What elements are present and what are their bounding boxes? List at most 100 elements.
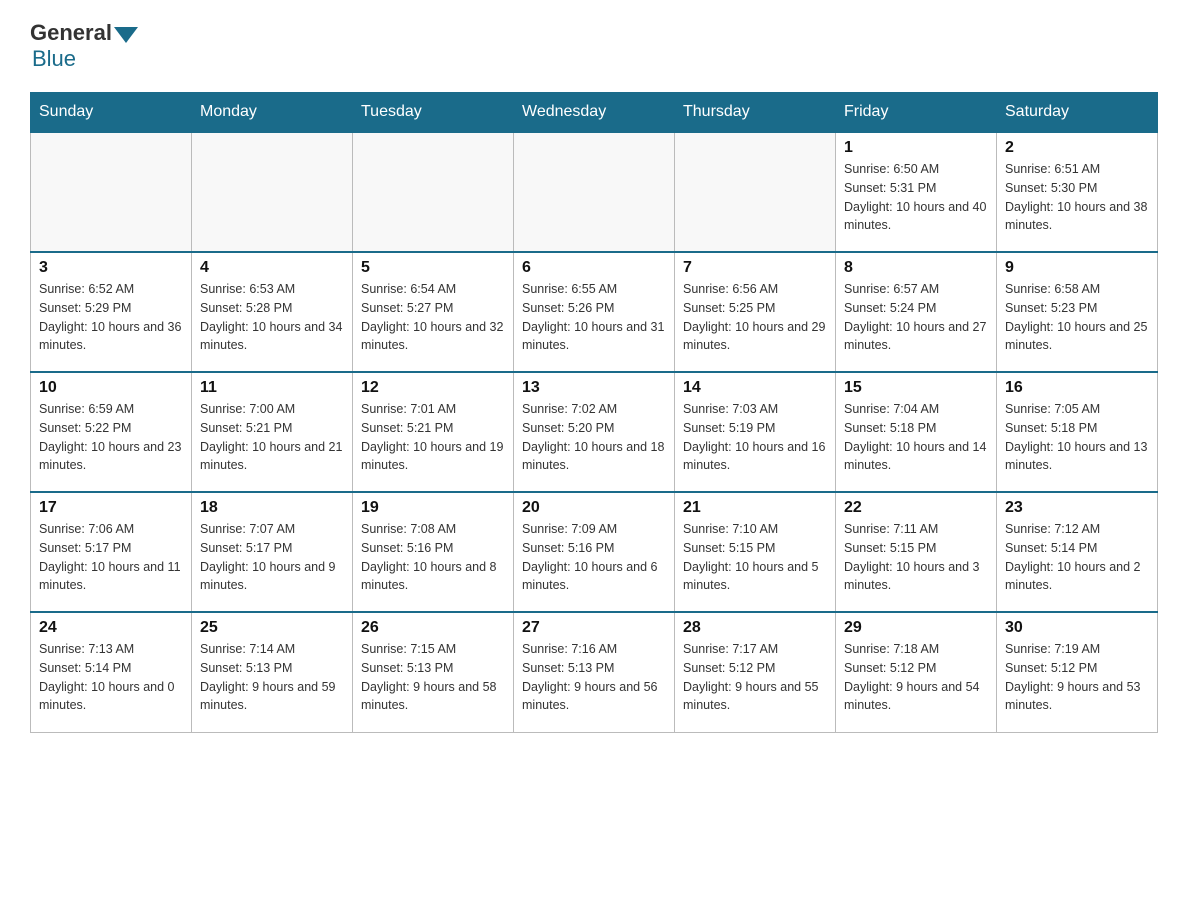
day-info: Sunrise: 7:17 AM Sunset: 5:12 PM Dayligh… bbox=[683, 640, 827, 715]
calendar-day-cell: 20 Sunrise: 7:09 AM Sunset: 5:16 PM Dayli… bbox=[514, 492, 675, 612]
calendar-day-cell bbox=[353, 132, 514, 252]
day-info: Sunrise: 6:51 AM Sunset: 5:30 PM Dayligh… bbox=[1005, 160, 1149, 235]
calendar-day-cell bbox=[675, 132, 836, 252]
calendar-header-cell: Wednesday bbox=[514, 93, 675, 133]
day-number: 25 bbox=[200, 619, 344, 637]
calendar-header-cell: Saturday bbox=[997, 93, 1158, 133]
calendar-day-cell: 23 Sunrise: 7:12 AM Sunset: 5:14 PM Dayli… bbox=[997, 492, 1158, 612]
day-number: 13 bbox=[522, 379, 666, 397]
day-number: 30 bbox=[1005, 619, 1149, 637]
day-info: Sunrise: 6:52 AM Sunset: 5:29 PM Dayligh… bbox=[39, 280, 183, 355]
day-info: Sunrise: 7:19 AM Sunset: 5:12 PM Dayligh… bbox=[1005, 640, 1149, 715]
calendar-day-cell: 3 Sunrise: 6:52 AM Sunset: 5:29 PM Daylig… bbox=[31, 252, 192, 372]
day-number: 16 bbox=[1005, 379, 1149, 397]
day-number: 23 bbox=[1005, 499, 1149, 517]
day-info: Sunrise: 7:09 AM Sunset: 5:16 PM Dayligh… bbox=[522, 520, 666, 595]
calendar-day-cell: 11 Sunrise: 7:00 AM Sunset: 5:21 PM Dayli… bbox=[192, 372, 353, 492]
calendar-week-row: 10 Sunrise: 6:59 AM Sunset: 5:22 PM Dayli… bbox=[31, 372, 1158, 492]
calendar-day-cell: 15 Sunrise: 7:04 AM Sunset: 5:18 PM Dayli… bbox=[836, 372, 997, 492]
page-header: General Blue bbox=[30, 20, 1158, 72]
calendar-header-row: SundayMondayTuesdayWednesdayThursdayFrid… bbox=[31, 93, 1158, 133]
day-info: Sunrise: 7:16 AM Sunset: 5:13 PM Dayligh… bbox=[522, 640, 666, 715]
day-number: 10 bbox=[39, 379, 183, 397]
day-info: Sunrise: 6:55 AM Sunset: 5:26 PM Dayligh… bbox=[522, 280, 666, 355]
calendar-day-cell: 2 Sunrise: 6:51 AM Sunset: 5:30 PM Daylig… bbox=[997, 132, 1158, 252]
calendar-day-cell: 22 Sunrise: 7:11 AM Sunset: 5:15 PM Dayli… bbox=[836, 492, 997, 612]
day-number: 29 bbox=[844, 619, 988, 637]
calendar-day-cell: 14 Sunrise: 7:03 AM Sunset: 5:19 PM Dayli… bbox=[675, 372, 836, 492]
day-info: Sunrise: 6:54 AM Sunset: 5:27 PM Dayligh… bbox=[361, 280, 505, 355]
calendar-header-cell: Friday bbox=[836, 93, 997, 133]
day-info: Sunrise: 7:08 AM Sunset: 5:16 PM Dayligh… bbox=[361, 520, 505, 595]
calendar-day-cell bbox=[31, 132, 192, 252]
calendar-day-cell: 6 Sunrise: 6:55 AM Sunset: 5:26 PM Daylig… bbox=[514, 252, 675, 372]
day-info: Sunrise: 6:50 AM Sunset: 5:31 PM Dayligh… bbox=[844, 160, 988, 235]
day-number: 14 bbox=[683, 379, 827, 397]
day-info: Sunrise: 7:12 AM Sunset: 5:14 PM Dayligh… bbox=[1005, 520, 1149, 595]
calendar-day-cell: 29Sunrise: 7:18 AM Sunset: 5:12 PM Dayli… bbox=[836, 612, 997, 732]
day-info: Sunrise: 7:04 AM Sunset: 5:18 PM Dayligh… bbox=[844, 400, 988, 475]
calendar-week-row: 1 Sunrise: 6:50 AM Sunset: 5:31 PM Daylig… bbox=[31, 132, 1158, 252]
day-info: Sunrise: 7:10 AM Sunset: 5:15 PM Dayligh… bbox=[683, 520, 827, 595]
logo: General Blue bbox=[30, 20, 138, 72]
day-number: 15 bbox=[844, 379, 988, 397]
day-number: 12 bbox=[361, 379, 505, 397]
day-info: Sunrise: 6:59 AM Sunset: 5:22 PM Dayligh… bbox=[39, 400, 183, 475]
calendar-header-cell: Thursday bbox=[675, 93, 836, 133]
calendar-day-cell: 12 Sunrise: 7:01 AM Sunset: 5:21 PM Dayli… bbox=[353, 372, 514, 492]
calendar-day-cell: 19 Sunrise: 7:08 AM Sunset: 5:16 PM Dayli… bbox=[353, 492, 514, 612]
day-number: 20 bbox=[522, 499, 666, 517]
calendar-day-cell: 21 Sunrise: 7:10 AM Sunset: 5:15 PM Dayli… bbox=[675, 492, 836, 612]
calendar-day-cell: 13 Sunrise: 7:02 AM Sunset: 5:20 PM Dayli… bbox=[514, 372, 675, 492]
day-info: Sunrise: 7:07 AM Sunset: 5:17 PM Dayligh… bbox=[200, 520, 344, 595]
day-number: 21 bbox=[683, 499, 827, 517]
day-number: 28 bbox=[683, 619, 827, 637]
calendar-day-cell: 7Sunrise: 6:56 AM Sunset: 5:25 PM Daylig… bbox=[675, 252, 836, 372]
day-number: 27 bbox=[522, 619, 666, 637]
calendar-table: SundayMondayTuesdayWednesdayThursdayFrid… bbox=[30, 92, 1158, 733]
day-number: 8 bbox=[844, 259, 988, 277]
calendar-week-row: 24Sunrise: 7:13 AM Sunset: 5:14 PM Dayli… bbox=[31, 612, 1158, 732]
logo-general-text: General bbox=[30, 20, 112, 46]
day-number: 19 bbox=[361, 499, 505, 517]
calendar-day-cell: 30 Sunrise: 7:19 AM Sunset: 5:12 PM Dayli… bbox=[997, 612, 1158, 732]
calendar-day-cell: 1 Sunrise: 6:50 AM Sunset: 5:31 PM Daylig… bbox=[836, 132, 997, 252]
day-number: 26 bbox=[361, 619, 505, 637]
day-info: Sunrise: 7:03 AM Sunset: 5:19 PM Dayligh… bbox=[683, 400, 827, 475]
calendar-header-cell: Tuesday bbox=[353, 93, 514, 133]
calendar-week-row: 17Sunrise: 7:06 AM Sunset: 5:17 PM Dayli… bbox=[31, 492, 1158, 612]
calendar-day-cell: 4Sunrise: 6:53 AM Sunset: 5:28 PM Daylig… bbox=[192, 252, 353, 372]
day-info: Sunrise: 6:53 AM Sunset: 5:28 PM Dayligh… bbox=[200, 280, 344, 355]
day-number: 9 bbox=[1005, 259, 1149, 277]
day-info: Sunrise: 7:11 AM Sunset: 5:15 PM Dayligh… bbox=[844, 520, 988, 595]
day-number: 11 bbox=[200, 379, 344, 397]
day-number: 6 bbox=[522, 259, 666, 277]
calendar-day-cell: 27 Sunrise: 7:16 AM Sunset: 5:13 PM Dayli… bbox=[514, 612, 675, 732]
day-info: Sunrise: 7:05 AM Sunset: 5:18 PM Dayligh… bbox=[1005, 400, 1149, 475]
day-number: 5 bbox=[361, 259, 505, 277]
day-info: Sunrise: 6:58 AM Sunset: 5:23 PM Dayligh… bbox=[1005, 280, 1149, 355]
calendar-header-cell: Sunday bbox=[31, 93, 192, 133]
day-number: 18 bbox=[200, 499, 344, 517]
calendar-day-cell: 24Sunrise: 7:13 AM Sunset: 5:14 PM Dayli… bbox=[31, 612, 192, 732]
day-info: Sunrise: 7:00 AM Sunset: 5:21 PM Dayligh… bbox=[200, 400, 344, 475]
calendar-day-cell: 8 Sunrise: 6:57 AM Sunset: 5:24 PM Daylig… bbox=[836, 252, 997, 372]
day-info: Sunrise: 7:15 AM Sunset: 5:13 PM Dayligh… bbox=[361, 640, 505, 715]
day-number: 1 bbox=[844, 139, 988, 157]
day-info: Sunrise: 7:01 AM Sunset: 5:21 PM Dayligh… bbox=[361, 400, 505, 475]
day-number: 7 bbox=[683, 259, 827, 277]
calendar-day-cell: 18 Sunrise: 7:07 AM Sunset: 5:17 PM Dayli… bbox=[192, 492, 353, 612]
day-number: 17 bbox=[39, 499, 183, 517]
logo-arrow-icon bbox=[114, 27, 138, 43]
day-number: 22 bbox=[844, 499, 988, 517]
calendar-day-cell: 28 Sunrise: 7:17 AM Sunset: 5:12 PM Dayli… bbox=[675, 612, 836, 732]
calendar-day-cell: 10 Sunrise: 6:59 AM Sunset: 5:22 PM Dayli… bbox=[31, 372, 192, 492]
day-number: 3 bbox=[39, 259, 183, 277]
day-info: Sunrise: 7:14 AM Sunset: 5:13 PM Dayligh… bbox=[200, 640, 344, 715]
calendar-day-cell: 9 Sunrise: 6:58 AM Sunset: 5:23 PM Daylig… bbox=[997, 252, 1158, 372]
day-number: 2 bbox=[1005, 139, 1149, 157]
day-info: Sunrise: 6:57 AM Sunset: 5:24 PM Dayligh… bbox=[844, 280, 988, 355]
calendar-day-cell bbox=[192, 132, 353, 252]
calendar-week-row: 3 Sunrise: 6:52 AM Sunset: 5:29 PM Daylig… bbox=[31, 252, 1158, 372]
day-info: Sunrise: 7:02 AM Sunset: 5:20 PM Dayligh… bbox=[522, 400, 666, 475]
